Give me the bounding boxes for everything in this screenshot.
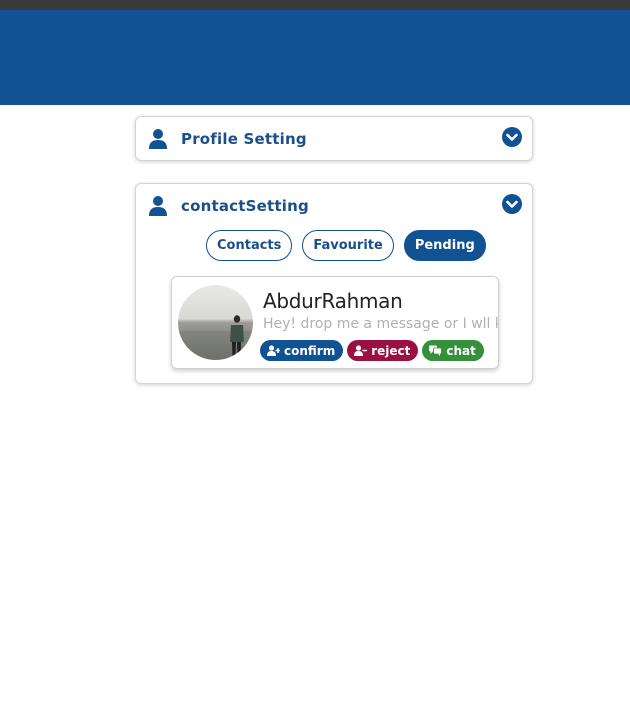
profile-setting-title: Profile Setting (181, 130, 307, 148)
user-minus-icon (354, 345, 368, 356)
user-plus-icon (267, 345, 280, 356)
contact-message: Hey! drop me a message or I wll keep wai… (263, 316, 498, 332)
chat-bubbles-icon (429, 345, 443, 356)
user-icon (149, 196, 167, 216)
contact-actions: confirm reject chat (260, 340, 484, 361)
window-top-strip (0, 0, 630, 10)
contact-name: AbdurRahman (263, 289, 403, 313)
reject-label: reject (371, 343, 411, 358)
contact-setting-header[interactable]: contactSetting (148, 195, 309, 217)
chat-button[interactable]: chat (422, 340, 484, 361)
reject-button[interactable]: reject (347, 340, 419, 361)
chevron-down-circle-icon[interactable] (502, 194, 522, 214)
tab-pending[interactable]: Pending (403, 230, 486, 261)
profile-setting-header[interactable]: Profile Setting (148, 128, 307, 150)
profile-setting-panel[interactable]: Profile Setting (135, 116, 533, 161)
confirm-label: confirm (284, 343, 336, 358)
user-icon (149, 129, 167, 149)
tab-contacts[interactable]: Contacts (206, 230, 293, 261)
contact-setting-title: contactSetting (181, 197, 309, 215)
confirm-button[interactable]: confirm (260, 340, 344, 361)
tab-favourite[interactable]: Favourite (302, 230, 394, 261)
app-header-bar (0, 10, 630, 105)
pending-contact-card: AbdurRahman Hey! drop me a message or I … (171, 276, 499, 369)
chevron-down-circle-icon[interactable] (502, 127, 522, 147)
avatar (178, 285, 253, 360)
chat-label: chat (446, 343, 476, 358)
contact-tabs: Contacts Favourite Pending (206, 230, 486, 261)
contact-setting-panel: contactSetting Contacts Favourite Pendin… (135, 183, 533, 384)
